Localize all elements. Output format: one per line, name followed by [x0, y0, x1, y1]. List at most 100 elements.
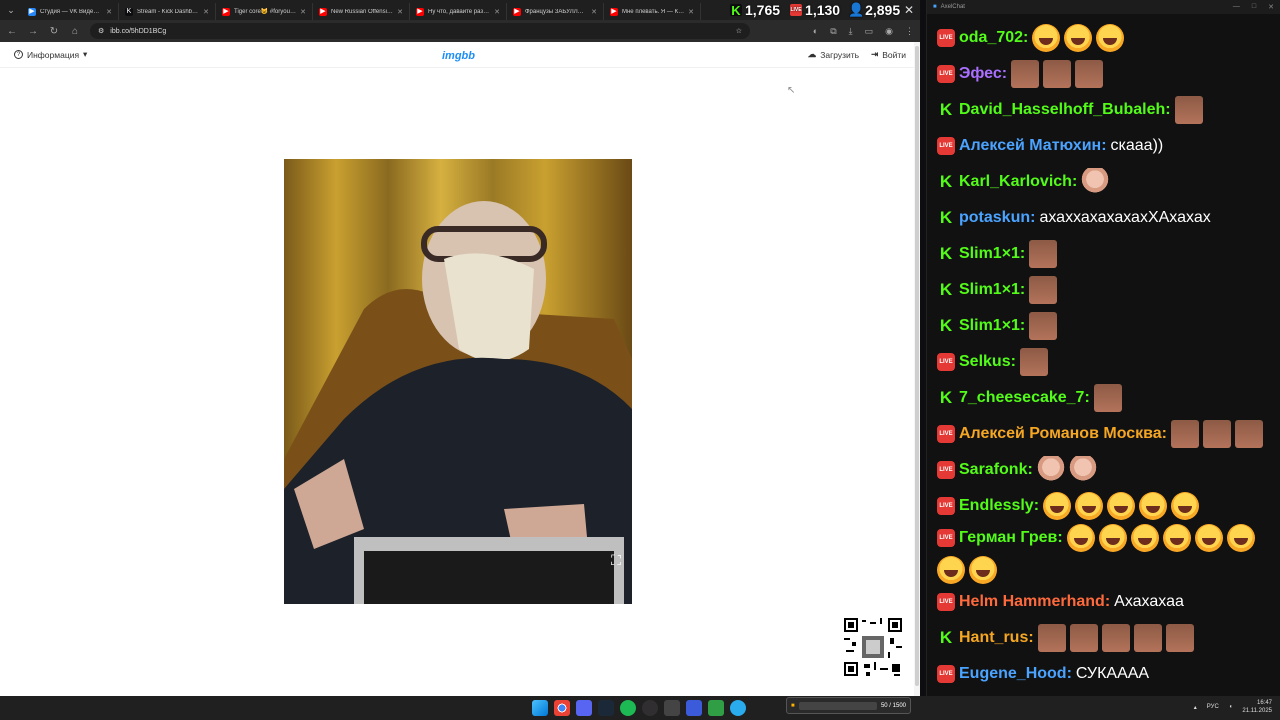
chat-username[interactable]: Eugene_Hood: — [959, 663, 1072, 685]
window-icon[interactable] — [708, 700, 724, 716]
maximize-icon[interactable]: □ — [1252, 3, 1256, 11]
browser-tab[interactable]: ▶ Tiger core😺 #foryou #... ✕ — [216, 3, 313, 20]
minimize-icon[interactable]: — — [1233, 3, 1240, 11]
extension-puzzle-icon[interactable]: ⧉ — [830, 26, 836, 37]
login-button[interactable]: ⇥ Войти — [871, 49, 906, 60]
emote-face-icon — [1029, 240, 1058, 268]
browser-tab[interactable]: ▶ Французы ЗАБУЛЛИЛИ... ✕ — [507, 3, 604, 20]
tab-close-icon[interactable]: ✕ — [397, 8, 403, 16]
chat-username[interactable]: Slim1×1: — [959, 279, 1025, 301]
chat-username[interactable]: 7_cheesecake_7: — [959, 387, 1090, 409]
fullscreen-icon[interactable]: ⛶ — [608, 552, 624, 568]
app-icon[interactable] — [664, 700, 680, 716]
upload-button[interactable]: ☁ Загрузить — [808, 49, 859, 60]
browser-tab[interactable]: ▶ New Russian Offensive... ✕ — [313, 3, 410, 20]
chrome-icon[interactable] — [554, 700, 570, 716]
close-icon[interactable]: ✕ — [904, 3, 914, 17]
chat-username[interactable]: Slim1×1: — [959, 243, 1025, 265]
telegram-icon[interactable] — [730, 700, 746, 716]
scrollbar-thumb[interactable] — [915, 46, 919, 686]
tab-close-icon[interactable]: ✕ — [203, 8, 209, 16]
browser-tab[interactable]: ▶ Мне плевать. Я — Кали...✕ — [604, 3, 701, 20]
question-icon: ? — [14, 50, 23, 59]
meme-party-logo: ■ — [791, 702, 795, 709]
tab-title: New Russian Offensive... — [331, 8, 394, 15]
chat-username[interactable]: potaskun: — [959, 207, 1035, 229]
chat-message: LIVE Endlessly: — [937, 488, 1270, 524]
address-bar[interactable]: ⚙ ibb.co/5hDD1BCg ☆ — [90, 23, 750, 39]
steam-icon[interactable] — [598, 700, 614, 716]
tab-close-icon[interactable]: ✕ — [688, 8, 694, 16]
chat-message: LIVE oda_702: — [937, 20, 1270, 56]
download-icon[interactable]: ⤓ — [849, 26, 853, 37]
tab-close-icon[interactable]: ✕ — [591, 8, 597, 16]
tab-close-icon[interactable]: ✕ — [494, 8, 500, 16]
browser-tab[interactable]: ▶ Студия — VK Видео Li... ✕ — [22, 3, 119, 20]
chat-username[interactable]: Karl_Karlovich: — [959, 171, 1077, 193]
clock[interactable]: 16:47 21.11.2025 — [1242, 699, 1272, 715]
chat-username[interactable]: Slim1×1: — [959, 315, 1025, 337]
media-player-icon[interactable] — [686, 700, 702, 716]
chat-username[interactable]: Selkus: — [959, 351, 1016, 373]
emote-face-icon — [1235, 420, 1264, 448]
home-icon[interactable]: ⌂ — [69, 26, 81, 37]
live-platform-icon: LIVE — [937, 497, 955, 515]
tab-close-icon[interactable]: ✕ — [300, 8, 306, 16]
emote-laugh-icon — [1096, 24, 1125, 52]
kick-platform-icon: K — [939, 172, 953, 191]
url-text: ibb.co/5hDD1BCg — [110, 27, 167, 35]
emote-bald-icon — [1081, 168, 1110, 196]
chat-message-list[interactable]: LIVE oda_702: LIVE Эфес: K David_Hasselhoff_B… — [927, 14, 1280, 696]
emote-laugh-icon — [969, 556, 997, 584]
browser-tab[interactable]: K Stream - Kick Dashboar... ✕ — [119, 3, 216, 20]
chat-username[interactable]: Алексей Матюхин: — [959, 135, 1107, 157]
volume-icon[interactable]: ◖ — [1229, 704, 1233, 710]
browser-tab[interactable]: ▶ Ну что, давайте разбе... ✕ — [410, 3, 507, 20]
bookmark-icon[interactable]: ☆ — [736, 27, 742, 35]
sidebar-icon[interactable]: ▭ — [865, 26, 874, 37]
wifi-icon[interactable]: ▴ — [1194, 704, 1197, 711]
chat-username[interactable]: David_Hasselhoff_Bubaleh: — [959, 99, 1171, 121]
live-platform-icon: LIVE — [937, 137, 955, 155]
chat-username[interactable]: Endlessly: — [959, 495, 1039, 517]
back-icon[interactable]: ← — [6, 26, 18, 37]
reload-icon[interactable]: ↻ — [48, 26, 60, 37]
chat-message: LIVE Selkus: — [937, 344, 1270, 380]
tab-favicon-icon: ▶ — [610, 7, 618, 16]
page-scrollbar[interactable] — [914, 42, 920, 696]
emote-face-icon — [1101, 624, 1130, 652]
mouse-cursor-icon: ↖ — [787, 85, 796, 96]
site-info-icon[interactable]: ⚙ — [98, 27, 104, 35]
chat-username[interactable]: Герман Грев: — [959, 527, 1063, 549]
start-icon[interactable] — [532, 700, 548, 716]
tab-search-icon[interactable]: ⌄ — [4, 3, 18, 17]
extension-icon[interactable]: ◐ — [813, 26, 818, 37]
discord-icon[interactable] — [576, 700, 592, 716]
tab-favicon-icon: ▶ — [222, 7, 230, 16]
menu-icon[interactable]: ⋮ — [905, 26, 914, 37]
chat-username[interactable]: Helm Hammerhand: — [959, 591, 1110, 613]
emote-face-icon — [1029, 276, 1058, 304]
spotify-icon[interactable] — [620, 700, 636, 716]
site-logo[interactable]: imgbb — [442, 50, 475, 62]
chat-username[interactable]: oda_702: — [959, 27, 1028, 49]
screen: ⌄ ▶ Студия — VK Видео Li... ✕ K Stream - Kic… — [0, 0, 1280, 720]
emote-laugh-icon — [1066, 524, 1095, 552]
chat-username[interactable]: Алексей Романов Москва: — [959, 423, 1167, 445]
profile-icon[interactable]: ◉ — [885, 26, 893, 37]
tab-close-icon[interactable]: ✕ — [106, 8, 112, 16]
close-icon[interactable]: ✕ — [1268, 3, 1274, 11]
live-platform-icon: LIVE — [937, 65, 955, 83]
chat-message: LIVE Алексей Романов Москва: — [937, 416, 1270, 452]
kick-platform-icon: K — [939, 388, 953, 407]
live-platform-icon: LIVE — [937, 665, 955, 683]
chat-username[interactable]: Эфес: — [959, 63, 1007, 85]
hosted-image[interactable]: ⛶ — [284, 159, 632, 604]
chat-username[interactable]: Sarafonk: — [959, 459, 1033, 481]
info-menu[interactable]: ? Информация ▾ — [14, 49, 87, 60]
chat-username[interactable]: Hant_rus: — [959, 627, 1034, 649]
forward-icon[interactable]: → — [27, 26, 39, 37]
language-indicator[interactable]: РУС — [1207, 704, 1219, 710]
obs-icon[interactable] — [642, 700, 658, 716]
kick-viewers: K 1,765 — [730, 2, 781, 18]
